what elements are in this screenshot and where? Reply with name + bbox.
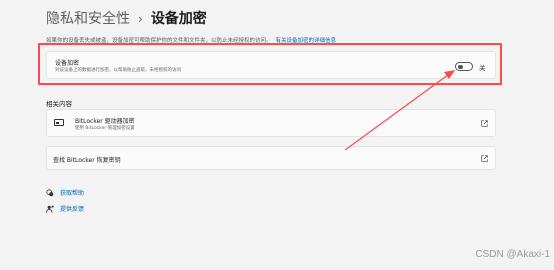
watermark: CSDN @Akaxi-1 xyxy=(475,249,550,260)
annotation-arrow xyxy=(344,70,455,151)
